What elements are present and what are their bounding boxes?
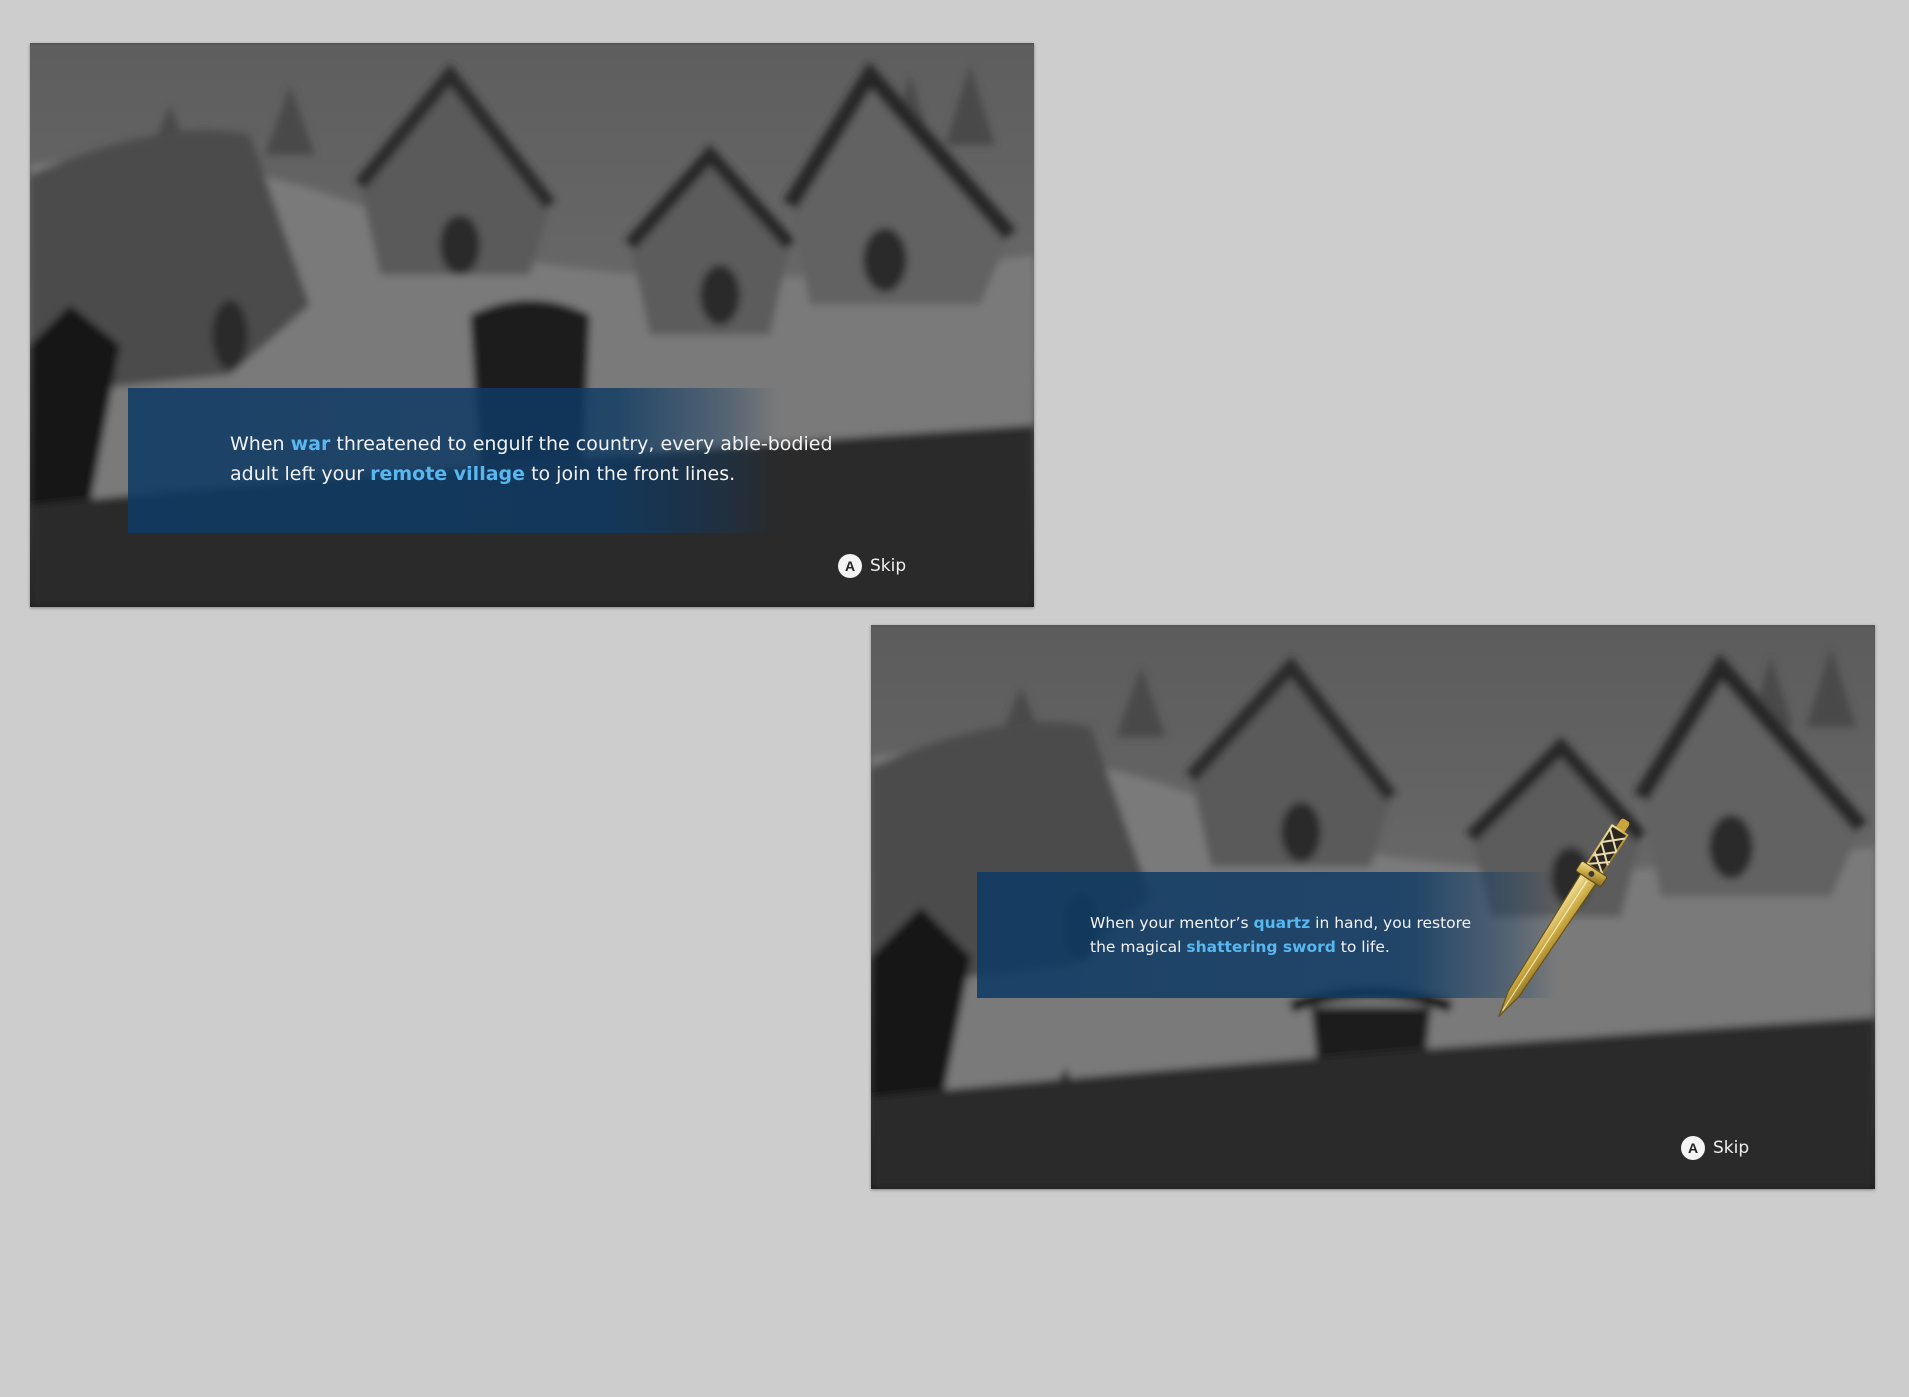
narration-line-2: adult left your remote village to join t… xyxy=(230,463,736,485)
narration-text: When your mentor’s quartz in hand, you r… xyxy=(1090,911,1530,959)
shattering-sword-icon xyxy=(1498,818,1630,1017)
a-button-icon: A xyxy=(838,554,862,578)
narration-line-2: the magical shattering sword to life. xyxy=(1090,938,1390,956)
keyword-shattering-sword: shattering sword xyxy=(1186,938,1336,956)
keyword-quartz: quartz xyxy=(1253,914,1311,932)
skip-button[interactable]: A Skip xyxy=(1681,1136,1749,1160)
narration-line-1: When your mentor’s quartz in hand, you r… xyxy=(1090,914,1472,932)
narration-line-1: When war threatened to engulf the countr… xyxy=(230,433,833,455)
cutscene-screen-2: When your mentor’s quartz in hand, you r… xyxy=(871,625,1875,1189)
narration-text: When war threatened to engulf the countr… xyxy=(230,429,870,489)
skip-label: Skip xyxy=(1713,1138,1750,1158)
a-button-icon: A xyxy=(1681,1136,1705,1160)
keyword-remote-village: remote village xyxy=(370,463,526,485)
cutscene-screen-1: When war threatened to engulf the countr… xyxy=(30,43,1034,607)
keyword-war: war xyxy=(290,433,331,455)
skip-label: Skip xyxy=(870,556,907,576)
skip-button[interactable]: A Skip xyxy=(838,554,906,578)
